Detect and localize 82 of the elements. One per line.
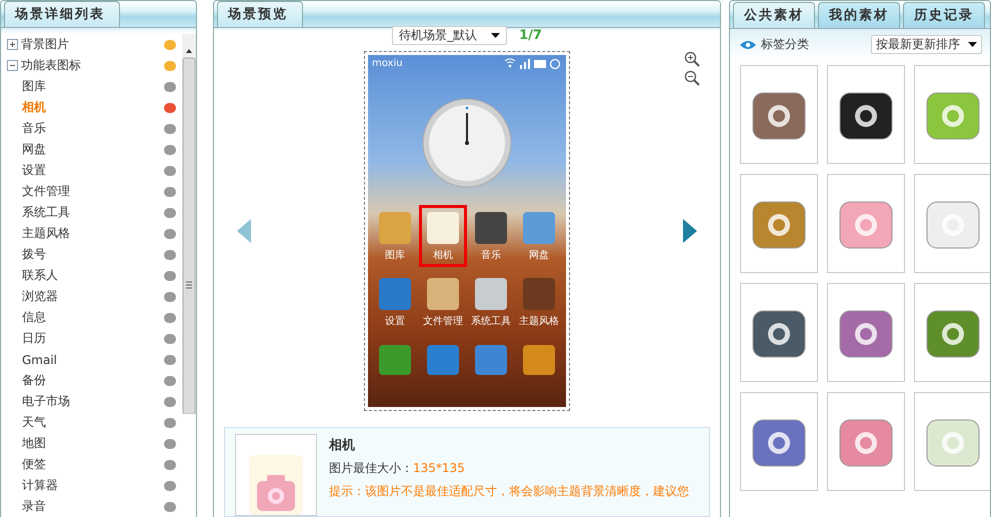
app-icon xyxy=(379,212,411,244)
expand-icon[interactable] xyxy=(7,39,18,50)
app-icon xyxy=(427,212,459,244)
app-shortcut[interactable]: 图库 xyxy=(371,205,419,267)
app-icon xyxy=(523,212,555,244)
tree-item[interactable]: Gmail xyxy=(22,352,164,366)
panel-tab[interactable]: 我的素材 xyxy=(818,2,900,28)
app-label: 主题风格 xyxy=(519,314,559,328)
app-icon xyxy=(475,212,507,244)
tree-item[interactable]: 功能表图标 xyxy=(21,57,164,74)
app-shortcut[interactable]: 设置 xyxy=(371,271,419,333)
camera-icon xyxy=(249,455,303,515)
tree-item[interactable]: 备份 xyxy=(22,372,164,389)
tree-item[interactable]: 图库 xyxy=(22,78,164,95)
zoom-out-icon[interactable] xyxy=(684,70,700,86)
next-arrow-icon[interactable] xyxy=(682,218,698,244)
caret-icon xyxy=(968,42,977,47)
tree-item[interactable]: 系统工具 xyxy=(22,204,164,221)
tree-item[interactable]: 联系人 xyxy=(22,267,164,284)
tree-item[interactable]: 浏览器 xyxy=(22,288,164,305)
app-shortcut[interactable]: 网盘 xyxy=(515,205,563,267)
tree-item[interactable]: 地图 xyxy=(22,435,164,452)
app-shortcut[interactable]: 文件管理 xyxy=(419,271,467,333)
sort-dropdown[interactable]: 按最新更新排序 xyxy=(871,35,982,54)
app-shortcut[interactable]: 系统工具 xyxy=(467,271,515,333)
asset-thumbnail[interactable] xyxy=(740,392,818,491)
tip-text: 提示：该图片不是最佳适配尺寸，将会影响主题背景清晰度，建议您 xyxy=(329,483,689,500)
tree-item[interactable]: 计算器 xyxy=(22,477,164,494)
tree-item[interactable]: 主题风格 xyxy=(22,225,164,242)
tree-item[interactable]: 录音 xyxy=(22,498,164,515)
tree-item[interactable]: 设置 xyxy=(22,162,164,179)
app-icon xyxy=(523,278,555,310)
asset-thumbnail[interactable] xyxy=(914,65,990,164)
app-label: 文件管理 xyxy=(423,314,463,328)
tree-item[interactable]: 背景图片 xyxy=(21,36,164,53)
asset-thumbnail[interactable] xyxy=(740,65,818,164)
eye-icon xyxy=(740,40,756,50)
app-shortcut[interactable]: 主题风格 xyxy=(515,271,563,333)
tree-item[interactable]: 音乐 xyxy=(22,120,164,137)
asset-thumbnail[interactable] xyxy=(914,283,990,382)
panel-tab[interactable]: 公共素材 xyxy=(733,2,815,28)
tree-item[interactable]: 网盘 xyxy=(22,141,164,158)
caret-icon xyxy=(491,33,500,38)
asset-thumbnail[interactable] xyxy=(827,174,905,273)
app-label: 音乐 xyxy=(481,248,501,262)
page-counter: 1/7 xyxy=(519,28,542,43)
app-icon xyxy=(427,278,459,310)
tree-item[interactable]: 日历 xyxy=(22,330,164,347)
asset-thumbnail[interactable] xyxy=(827,65,905,164)
size-label: 图片最佳大小： xyxy=(329,461,413,475)
item-title: 相机 xyxy=(329,437,356,454)
app-shortcut[interactable]: 音乐 xyxy=(467,205,515,267)
panel-tab[interactable]: 场景预览 xyxy=(217,1,303,27)
tree-item[interactable]: 信息 xyxy=(22,309,164,326)
asset-thumbnail[interactable] xyxy=(827,392,905,491)
carrier-name: moxiu xyxy=(372,58,403,68)
app-icon xyxy=(475,278,507,310)
panel-tab[interactable]: 历史记录 xyxy=(903,2,985,28)
app-shortcut[interactable]: 相机 xyxy=(419,205,467,267)
app-label: 网盘 xyxy=(529,249,549,262)
app-label: 相机 xyxy=(433,248,453,262)
asset-thumbnail[interactable] xyxy=(914,174,990,273)
app-icon xyxy=(379,278,411,310)
asset-thumbnail[interactable] xyxy=(740,283,818,382)
tree-item[interactable]: 文件管理 xyxy=(22,183,164,200)
app-label: 设置 xyxy=(385,314,405,328)
scene-dropdown[interactable]: 待机场景_默认 xyxy=(392,26,508,45)
filter-label[interactable]: 标签分类 xyxy=(761,36,809,53)
asset-thumbnail[interactable] xyxy=(827,283,905,382)
tree-item[interactable]: 天气 xyxy=(22,414,164,431)
tree-item[interactable]: 拨号 xyxy=(22,246,164,263)
asset-thumbnail[interactable] xyxy=(914,392,990,491)
tree-item[interactable]: 电子市场 xyxy=(22,393,164,410)
zoom-in-icon[interactable] xyxy=(684,51,700,67)
asset-thumbnail[interactable] xyxy=(740,174,818,273)
app-label: 图库 xyxy=(385,248,405,262)
tree-item[interactable]: 便签 xyxy=(22,456,164,473)
size-value: 135*135 xyxy=(413,461,465,475)
collapse-icon[interactable] xyxy=(7,60,18,71)
panel-tab[interactable]: 场景详细列表 xyxy=(4,1,120,27)
status-icons-drawing xyxy=(504,57,562,69)
app-label: 系统工具 xyxy=(471,314,511,328)
